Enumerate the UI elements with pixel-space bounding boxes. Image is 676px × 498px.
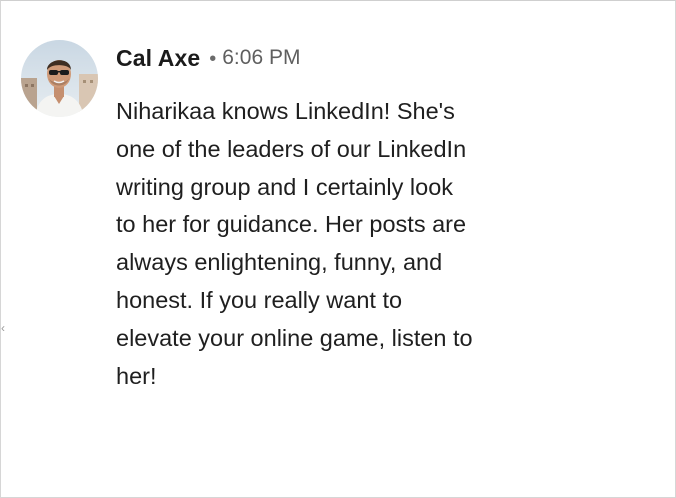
comment-line: writing group and I certainly look <box>116 173 454 200</box>
comment-line: elevate your online game, listen to <box>116 324 473 351</box>
comment-line: one of the leaders of our LinkedIn <box>116 135 467 162</box>
comment-line: her! <box>116 362 157 389</box>
comment-card: ‹ Cal Axe • 6:06 PM Niharikaa knows Link… <box>0 0 676 498</box>
comment-line: always enlightening, funny, and <box>116 249 443 276</box>
author-name[interactable]: Cal Axe <box>116 45 200 72</box>
comment-line: to her for guidance. Her posts are <box>116 211 467 238</box>
separator-dot: • <box>209 47 217 70</box>
edge-chevron-icon: ‹ <box>1 321 5 335</box>
comment-line: honest. If you really want to <box>116 286 403 313</box>
comment-text: Niharikaa knows LinkedIn! She's one of t… <box>116 93 586 395</box>
avatar-photo-icon <box>21 40 98 117</box>
comment-header: Cal Axe • 6:06 PM <box>116 41 300 75</box>
timestamp: 6:06 PM <box>222 46 301 69</box>
comment-line: Niharikaa knows LinkedIn! She's <box>116 98 455 124</box>
avatar[interactable] <box>21 40 98 117</box>
